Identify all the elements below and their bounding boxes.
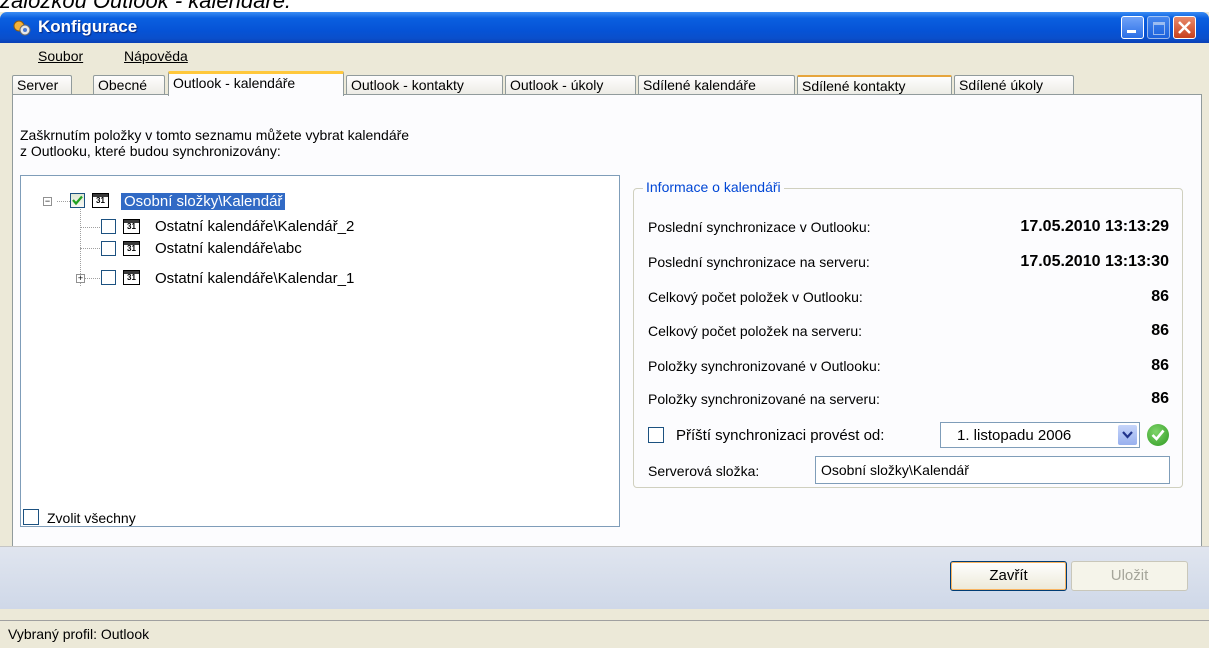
info-label: Celkový počet položek v Outlooku: [648, 289, 863, 305]
menu-napoveda-label: Nápověda [124, 48, 188, 64]
instructions-line2: z Outlooku, které budou synchronizovány: [20, 143, 281, 159]
close-window-button[interactable] [1173, 16, 1196, 39]
menu-bar: Soubor Nápověda [0, 43, 1209, 69]
info-label: Poslední synchronizace v Outlooku: [648, 219, 871, 235]
info-value: 17.05.2010 13:13:29 [1020, 218, 1169, 235]
instructions-line1: Zaškrnutím položky v tomto seznamu můžet… [20, 127, 410, 143]
instructions-text: Zaškrnutím položky v tomto seznamu můžet… [20, 127, 409, 159]
tab-strip: Server Obecné Outlook - kalendáře Outloo… [0, 69, 1209, 96]
tab-outlook-ukoly[interactable]: Outlook - úkoly [505, 75, 636, 95]
menu-soubor[interactable]: Soubor [38, 48, 83, 64]
next-sync-label[interactable]: Příští synchronizaci provést od: [676, 427, 884, 444]
app-icon [13, 20, 31, 36]
info-label: Položky synchronizované na serveru: [648, 391, 880, 407]
minimize-icon [1127, 30, 1136, 33]
calendar-icon: 31 [123, 219, 140, 234]
menu-napoveda[interactable]: Nápověda [124, 48, 188, 64]
tab-obecne[interactable]: Obecné [93, 75, 165, 95]
tree-node-checkbox[interactable] [101, 241, 116, 256]
status-text: Vybraný profil: Outlook [8, 626, 150, 642]
tree-node-checkbox[interactable] [101, 270, 116, 285]
close-icon [1178, 21, 1191, 34]
calendar-icon: 31 [123, 241, 140, 256]
minimize-button[interactable] [1121, 16, 1144, 39]
tab-outlook-kontakty[interactable]: Outlook - kontakty [346, 75, 503, 95]
next-sync-checkbox[interactable] [648, 427, 664, 443]
tab-outlook-kalendare[interactable]: Outlook - kalendáře [168, 71, 344, 96]
info-value: 86 [1151, 288, 1169, 305]
next-sync-date-select[interactable]: 1. listopadu 2006 [940, 422, 1140, 448]
status-bar: Vybraný profil: Outlook [0, 620, 1209, 648]
tree-node[interactable]: + 31 Ostatní kalendáře\Kalendar_1 [21, 270, 601, 288]
tab-server[interactable]: Server [12, 75, 72, 95]
info-value: 86 [1151, 322, 1169, 339]
info-label: Položky synchronizované v Outlooku: [648, 358, 881, 374]
info-value: 86 [1151, 390, 1169, 407]
save-button[interactable]: Uložit [1071, 561, 1188, 591]
server-folder-label: Serverová složka: [648, 463, 760, 479]
select-all-label[interactable]: Zvolit všechny [47, 510, 136, 526]
info-value: 86 [1151, 357, 1169, 374]
info-label: Celkový počet položek na serveru: [648, 323, 862, 339]
collapse-icon[interactable]: − [43, 197, 52, 206]
ok-check-icon [1147, 424, 1169, 446]
calendar-tree[interactable]: − 31 Osobní složky\Kalendář 31 Ostatní k… [20, 175, 620, 527]
tree-node-checkbox[interactable] [101, 219, 116, 234]
maximize-button[interactable] [1147, 16, 1170, 39]
tab-sdilene-kontakty[interactable]: Sdílené kontakty [797, 75, 952, 95]
calendar-icon: 31 [92, 193, 109, 208]
expand-icon[interactable]: + [76, 274, 85, 283]
menu-soubor-label: Soubor [38, 48, 84, 64]
tree-node[interactable]: 31 Ostatní kalendáře\abc [21, 240, 601, 258]
tree-node[interactable]: 31 Ostatní kalendáře\Kalendář_2 [21, 218, 601, 236]
title-bar[interactable]: Konfigurace [0, 12, 1209, 43]
calendar-info-title: Informace o kalendáři [643, 179, 784, 195]
window-title: Konfigurace [38, 17, 138, 36]
tree-node-label[interactable]: Osobní složky\Kalendář [121, 193, 286, 210]
calendar-icon: 31 [123, 270, 140, 285]
select-all-checkbox[interactable] [23, 509, 39, 525]
tab-sdilene-ukoly[interactable]: Sdílené úkoly [954, 75, 1074, 95]
tree-node-label[interactable]: Ostatní kalendáře\Kalendář_2 [155, 218, 354, 235]
tree-node-checkbox[interactable] [70, 193, 85, 208]
dropdown-button[interactable] [1118, 425, 1137, 445]
tree-node[interactable]: − 31 Osobní složky\Kalendář [21, 193, 601, 211]
server-folder-field[interactable]: Osobní složky\Kalendář [815, 456, 1170, 484]
tree-node-label[interactable]: Ostatní kalendáře\Kalendar_1 [155, 270, 354, 287]
server-folder-value: Osobní složky\Kalendář [821, 462, 969, 478]
close-button[interactable]: Zavřít [950, 561, 1067, 591]
next-sync-date-value: 1. listopadu 2006 [957, 427, 1072, 444]
info-label: Poslední synchronizace na serveru: [648, 254, 870, 270]
maximize-icon [1153, 22, 1165, 35]
checkmark-icon [72, 195, 83, 206]
document-caption: záložkou Outlook - kalendáře. [0, 0, 292, 13]
info-value: 17.05.2010 13:13:30 [1020, 253, 1169, 270]
tab-sdilene-kalendare[interactable]: Sdílené kalendáře [638, 75, 795, 95]
tree-node-label[interactable]: Ostatní kalendáře\abc [155, 240, 302, 257]
chevron-down-icon [1122, 431, 1133, 439]
